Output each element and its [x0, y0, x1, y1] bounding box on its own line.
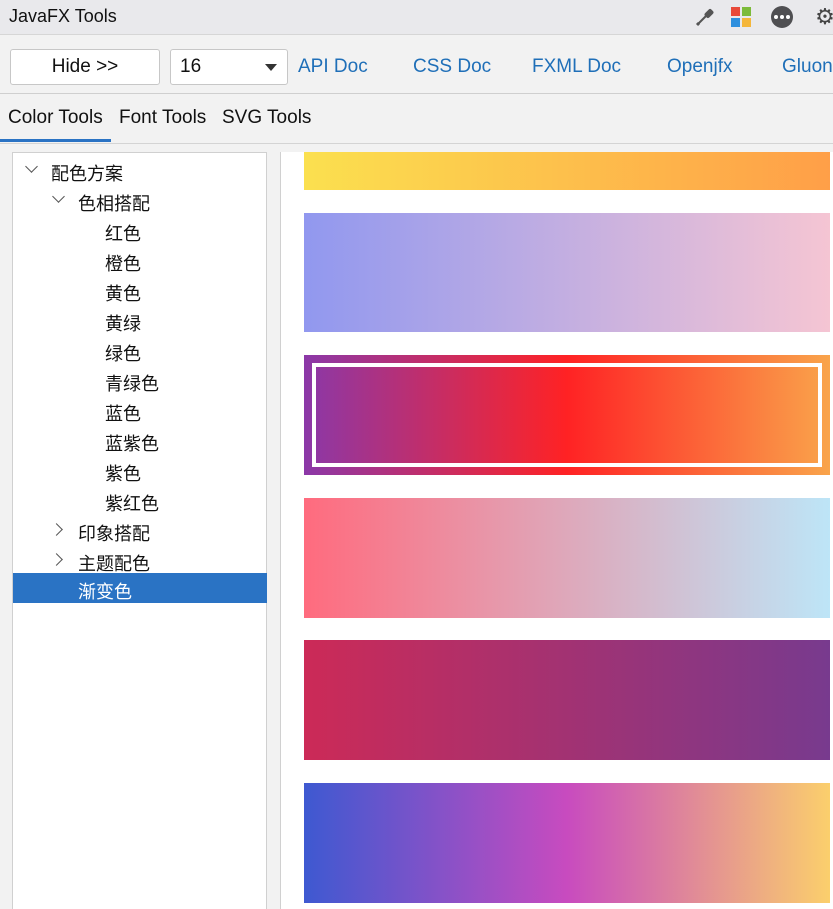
active-tab-indicator: [0, 139, 111, 142]
tree-item-gradient[interactable]: 渐变色: [13, 573, 267, 603]
tree-item-label: 紫色: [105, 464, 141, 484]
tab-svg-tools[interactable]: SVG Tools: [222, 107, 311, 129]
chevron-down-icon[interactable]: [25, 160, 38, 173]
api-doc-link[interactable]: API Doc: [298, 56, 368, 78]
tree-item-label: 绿色: [105, 344, 141, 364]
palette-icon[interactable]: [731, 7, 751, 27]
tab-bar: Color Tools Font Tools SVG Tools: [0, 94, 833, 144]
chevron-down-icon[interactable]: [52, 190, 65, 203]
toolbar: Hide >> 16 API Doc CSS Doc FXML Doc Open…: [0, 35, 833, 94]
css-doc-link[interactable]: CSS Doc: [413, 56, 491, 78]
gradient-swatch[interactable]: [304, 783, 830, 903]
tree-item-magenta[interactable]: 紫红色: [13, 485, 267, 515]
tree-item-label: 黄色: [105, 284, 141, 304]
title-bar: JavaFX Tools ⚙: [0, 0, 833, 35]
gear-icon[interactable]: ⚙: [815, 4, 833, 29]
pipette-icon[interactable]: [694, 6, 716, 28]
chevron-right-icon[interactable]: [50, 523, 63, 536]
hide-button[interactable]: Hide >>: [10, 49, 160, 85]
gradient-swatch[interactable]: [304, 498, 830, 618]
tree-item-label: 配色方案: [51, 164, 123, 184]
tree-item-hue-group[interactable]: 色相搭配: [13, 185, 267, 215]
font-size-value: 16: [180, 56, 202, 77]
selection-frame: [312, 363, 822, 467]
chevron-right-icon[interactable]: [50, 553, 63, 566]
tab-color-tools[interactable]: Color Tools: [8, 107, 103, 129]
fxml-doc-link[interactable]: FXML Doc: [532, 56, 621, 78]
tree-item-yellow-green[interactable]: 黄绿: [13, 305, 267, 335]
font-size-select[interactable]: 16: [170, 49, 288, 85]
gradient-pane[interactable]: [280, 152, 833, 909]
tree-item-label: 黄绿: [105, 314, 141, 334]
tree-item-label: 紫红色: [105, 494, 159, 514]
tree-item-root[interactable]: 配色方案: [13, 155, 267, 185]
tree-item-label: 蓝紫色: [105, 434, 159, 454]
tree-item-purple[interactable]: 紫色: [13, 455, 267, 485]
tab-font-tools[interactable]: Font Tools: [119, 107, 206, 129]
chevron-down-icon: [265, 64, 277, 71]
tree-item-label: 印象搭配: [78, 524, 150, 544]
openjfx-link[interactable]: Openjfx: [667, 56, 732, 78]
tree-item-cyan-green[interactable]: 青绿色: [13, 365, 267, 395]
gradient-swatch[interactable]: [304, 355, 830, 475]
tree-item-red[interactable]: 红色: [13, 215, 267, 245]
tree-item-green[interactable]: 绿色: [13, 335, 267, 365]
color-scheme-tree[interactable]: 配色方案 色相搭配 红色 橙色 黄色 黄绿 绿色 青绿色 蓝色 蓝紫色 紫色 紫…: [12, 152, 267, 909]
tree-item-orange[interactable]: 橙色: [13, 245, 267, 275]
tree-item-impression-group[interactable]: 印象搭配: [13, 515, 267, 545]
tree-item-blue[interactable]: 蓝色: [13, 395, 267, 425]
tree-item-blue-purple[interactable]: 蓝紫色: [13, 425, 267, 455]
tree-item-label: 渐变色: [78, 582, 132, 602]
tree-item-label: 青绿色: [105, 374, 159, 394]
tree-item-label: 红色: [105, 224, 141, 244]
tree-item-label: 橙色: [105, 254, 141, 274]
gradient-swatch[interactable]: [304, 640, 830, 760]
gradient-swatch[interactable]: [304, 213, 830, 332]
tree-item-label: 色相搭配: [78, 194, 150, 214]
tree-item-label: 蓝色: [105, 404, 141, 424]
tree-item-yellow[interactable]: 黄色: [13, 275, 267, 305]
tree-item-theme-group[interactable]: 主题配色: [13, 545, 267, 575]
more-icon[interactable]: [771, 6, 793, 28]
app-title: JavaFX Tools: [9, 6, 117, 26]
gluon-link[interactable]: Gluon: [782, 56, 833, 78]
gradient-swatch[interactable]: [304, 152, 830, 190]
